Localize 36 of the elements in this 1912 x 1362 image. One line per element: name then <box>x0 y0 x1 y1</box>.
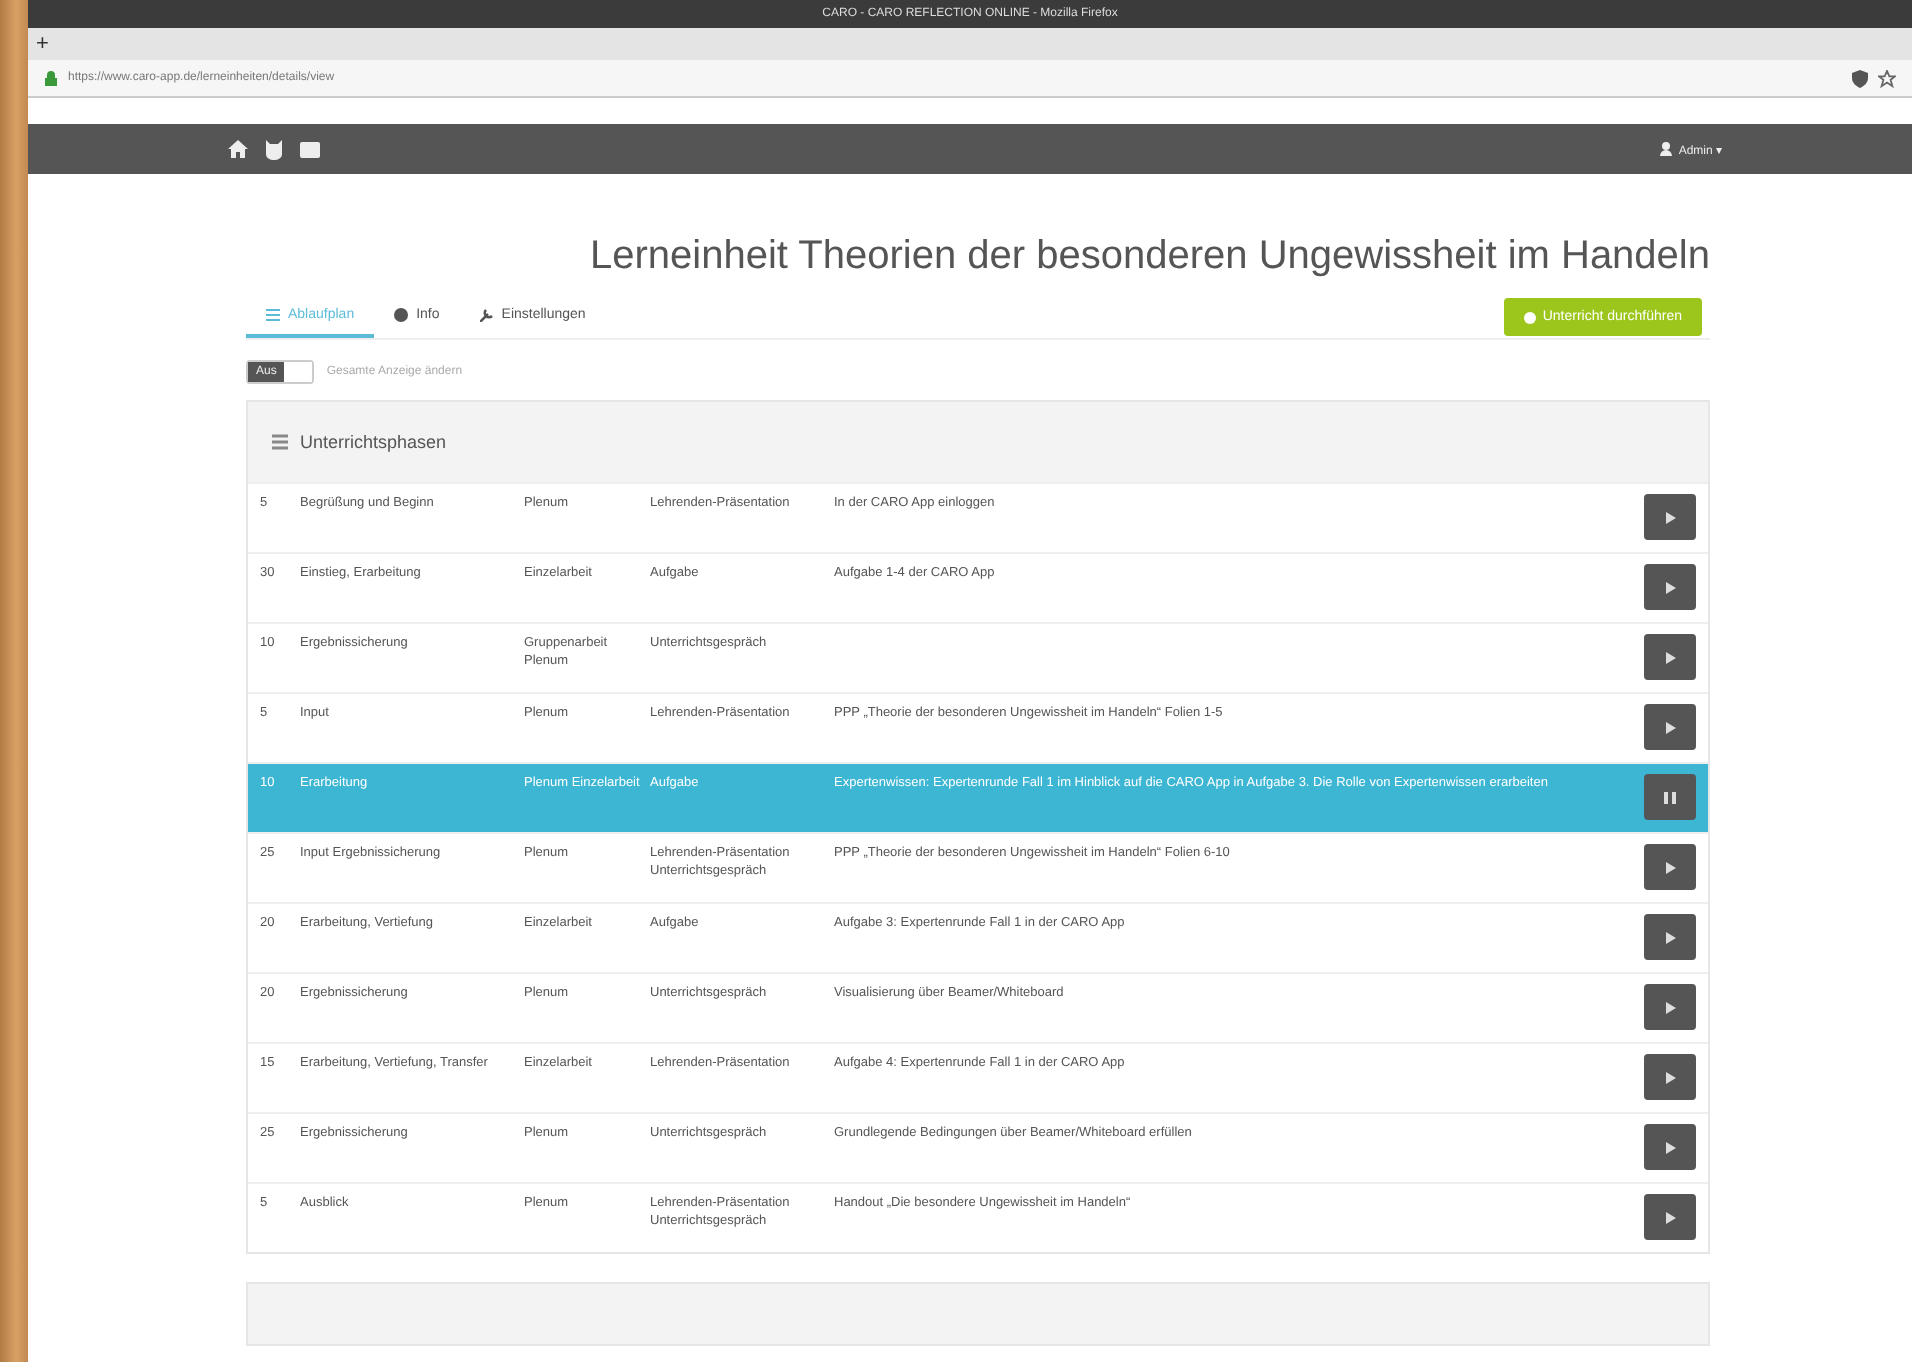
list-icon <box>266 308 280 322</box>
page-title: Lerneinheit Theorien der besonderen Ungewissheit im Handeln <box>588 234 1710 280</box>
play-icon <box>1665 1141 1675 1153</box>
info-icon <box>394 308 409 322</box>
play-icon <box>1665 861 1675 873</box>
play-icon <box>1665 1001 1675 1013</box>
play-button[interactable] <box>1644 1054 1696 1100</box>
panel-title: Unterrichtsphasen <box>300 432 447 452</box>
list-icon <box>272 434 288 450</box>
play-button[interactable] <box>1644 1124 1696 1170</box>
play-button[interactable] <box>1644 1194 1696 1240</box>
play-button[interactable] <box>1644 844 1696 890</box>
home-icon[interactable] <box>228 140 248 158</box>
new-tab-button[interactable]: + <box>28 32 57 56</box>
dot-icon <box>1524 311 1537 323</box>
play-icon <box>1665 1211 1675 1223</box>
play-button[interactable] <box>1644 564 1696 610</box>
pause-button[interactable] <box>1644 774 1696 820</box>
play-icon <box>1665 721 1675 733</box>
play-icon <box>1665 651 1675 663</box>
pause-icon <box>1664 791 1676 803</box>
play-button[interactable] <box>1644 494 1696 540</box>
play-button[interactable] <box>1644 634 1696 680</box>
user-icon <box>1660 142 1673 156</box>
wrench-icon <box>479 308 494 322</box>
play-icon <box>1665 581 1675 593</box>
play-icon <box>1665 511 1675 523</box>
shield-icon[interactable] <box>1852 69 1868 87</box>
play-button[interactable] <box>1644 984 1696 1030</box>
mail-icon[interactable] <box>300 141 320 157</box>
star-icon[interactable] <box>1878 69 1896 87</box>
play-button[interactable] <box>1644 704 1696 750</box>
play-icon <box>1665 931 1675 943</box>
play-button[interactable] <box>1644 914 1696 960</box>
lock-icon <box>44 70 58 86</box>
play-icon <box>1665 1071 1675 1083</box>
